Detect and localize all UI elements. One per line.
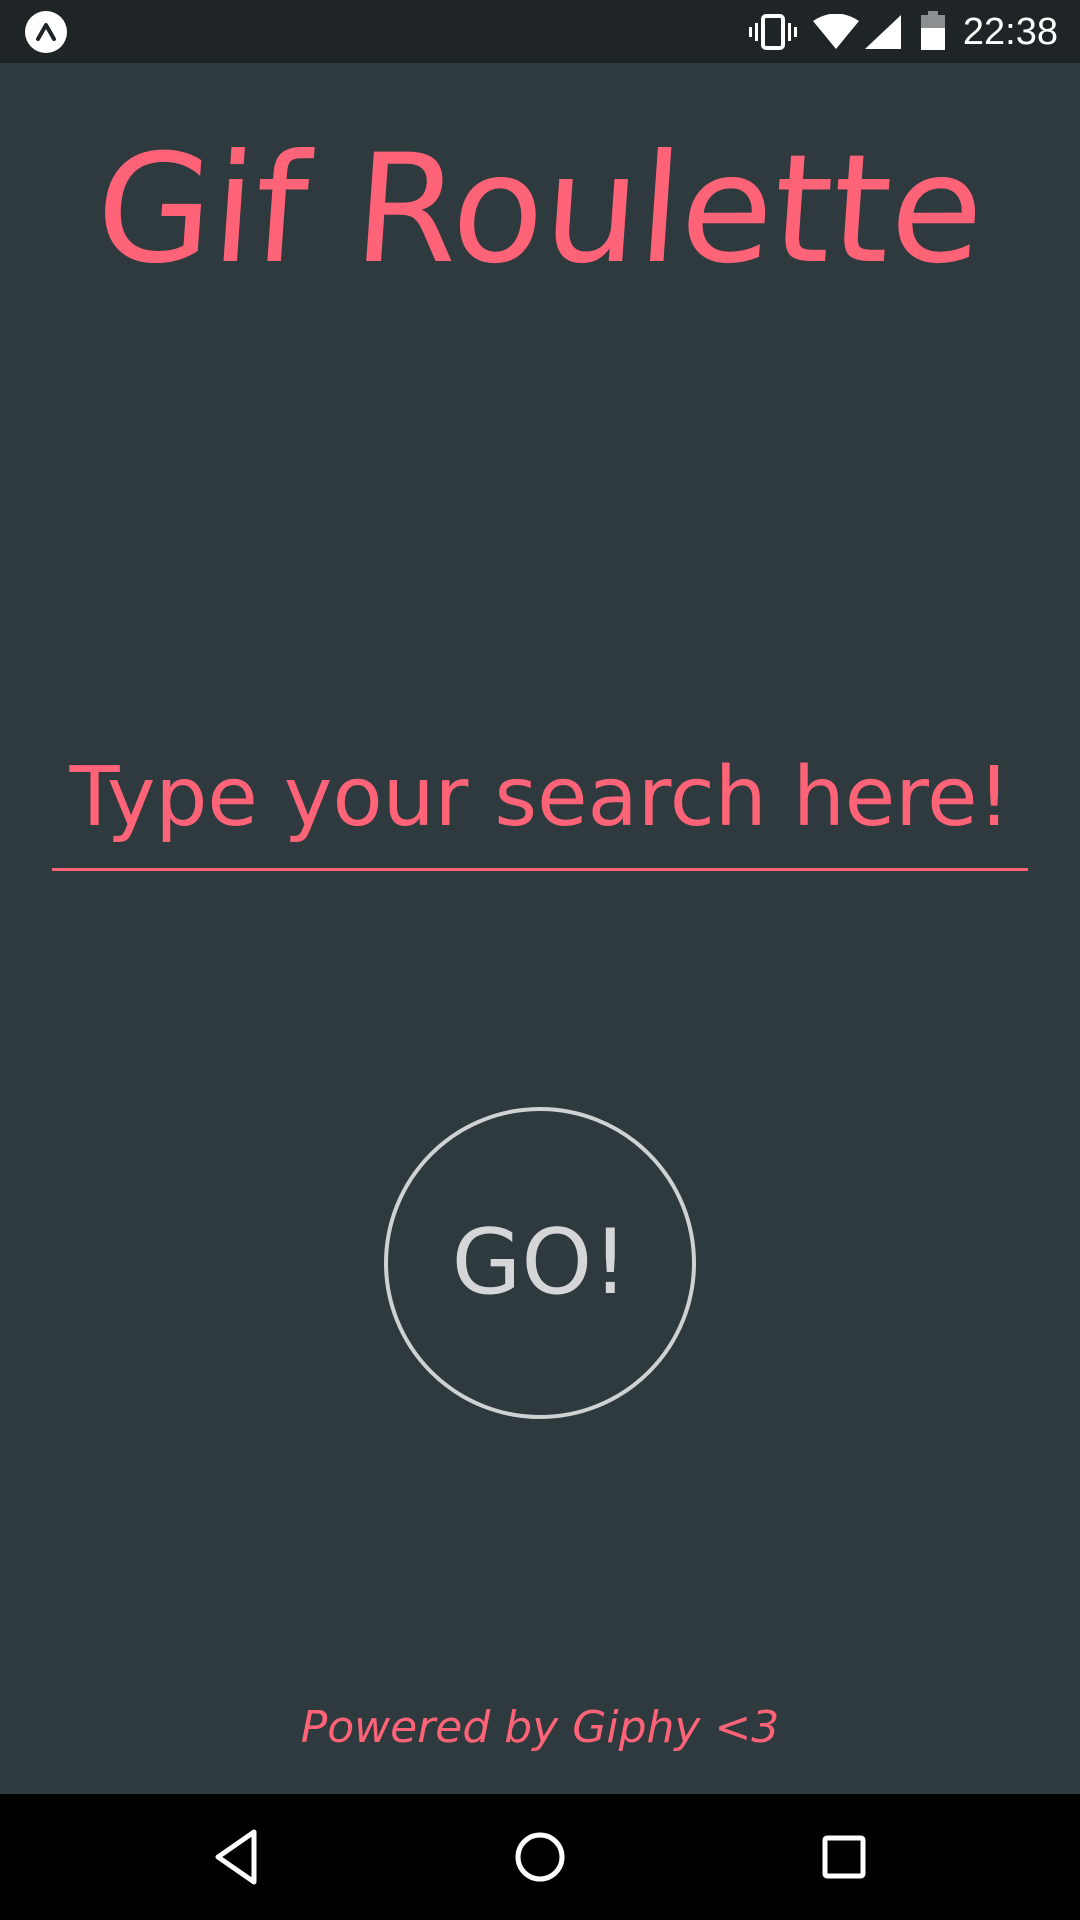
navigation-bar (0, 1794, 1080, 1920)
wifi-icon (813, 14, 859, 49)
vibrate-icon (749, 14, 797, 50)
status-time: 22:38 (962, 11, 1058, 53)
powered-by-text: Powered by Giphy <3 (300, 1702, 780, 1753)
recents-icon (822, 1835, 866, 1879)
battery-icon (921, 11, 945, 50)
app-title: Gif Roulette (90, 123, 990, 297)
back-icon (215, 1829, 257, 1885)
go-button[interactable]: GO! (384, 1107, 696, 1419)
status-icons (0, 0, 1080, 63)
home-button[interactable] (450, 1794, 630, 1920)
status-bar: 22:38 (0, 0, 1080, 63)
recents-button[interactable] (754, 1794, 934, 1920)
back-button[interactable] (146, 1794, 326, 1920)
search-input[interactable] (52, 735, 1028, 871)
cell-signal-icon (865, 15, 901, 49)
home-icon (515, 1832, 565, 1882)
